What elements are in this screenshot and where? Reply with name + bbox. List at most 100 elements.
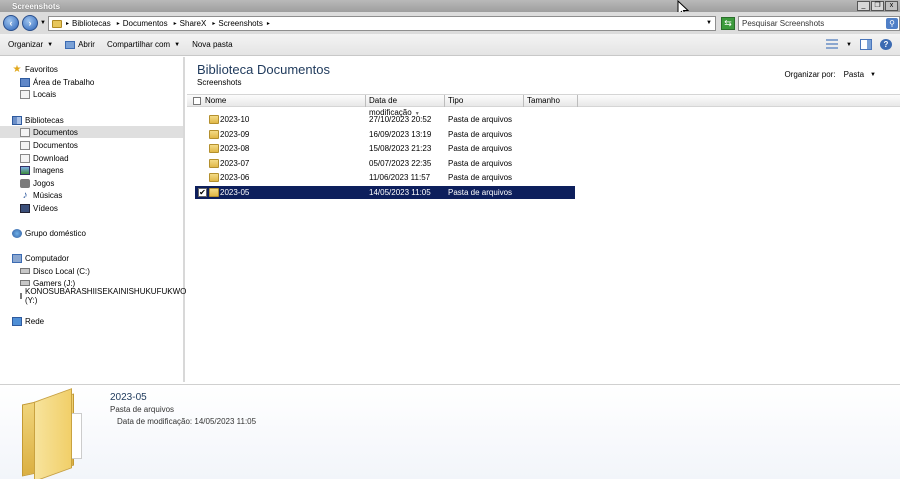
restore-button[interactable]: ❐ xyxy=(871,1,884,11)
folder-icon xyxy=(209,144,219,154)
view-options-icon[interactable] xyxy=(826,39,839,50)
cell-name: 2023-06 xyxy=(220,173,250,183)
nav-favorites[interactable]: ★ Favoritos xyxy=(12,63,182,75)
table-row[interactable]: 2023-10 27/10/2023 20:52 Pasta de arquivos xyxy=(195,113,575,126)
star-icon: ★ xyxy=(12,63,22,75)
back-button[interactable]: ‹ xyxy=(3,15,19,31)
gamepad-icon xyxy=(20,178,30,188)
column-name[interactable]: Nome xyxy=(202,95,366,107)
new-folder-button[interactable]: Nova pasta xyxy=(192,40,232,49)
toolbar-right: ▼ ? xyxy=(826,39,892,50)
breadcrumb-documentos[interactable]: ▸ Documentos xyxy=(117,19,168,28)
close-button[interactable]: x xyxy=(885,1,898,11)
table-row[interactable]: 2023-07 05/07/2023 22:35 Pasta de arquivos xyxy=(195,157,575,170)
organize-button[interactable]: Organizar ▼ xyxy=(8,40,53,49)
row-checkbox[interactable]: ✔ xyxy=(198,188,207,197)
library-title: Biblioteca Documentos xyxy=(197,62,330,77)
new-folder-label: Nova pasta xyxy=(192,40,233,49)
music-icon: ♪ xyxy=(22,189,28,201)
share-button[interactable]: Compartilhar com ▼ xyxy=(107,40,180,49)
folder-icon xyxy=(209,129,219,139)
command-bar: Organizar ▼ Abrir Compartilhar com ▼ Nova … xyxy=(0,34,900,56)
content-pane: Biblioteca Documentos Screenshots Organi… xyxy=(187,57,900,382)
nav-music[interactable]: ♪ Músicas xyxy=(20,189,183,201)
breadcrumb-label: Screenshots xyxy=(218,19,263,28)
column-date[interactable]: Data de modificação ▼ xyxy=(366,95,445,117)
nav-network[interactable]: Rede xyxy=(12,315,182,327)
image-icon xyxy=(20,165,30,175)
details-type: Pasta de arquivos xyxy=(110,405,175,414)
nav-download[interactable]: Download xyxy=(20,152,183,164)
nav-desktop[interactable]: Área de Trabalho xyxy=(20,76,183,88)
computer-icon xyxy=(12,253,22,263)
nav-label: Locais xyxy=(33,89,57,99)
nav-images[interactable]: Imagens xyxy=(20,164,183,176)
nav-places[interactable]: Locais xyxy=(20,88,183,100)
refresh-icon[interactable]: ⇆ xyxy=(721,17,735,30)
folder-icon xyxy=(209,158,219,168)
history-dropdown-icon[interactable]: ▼ xyxy=(40,20,46,26)
nav-games[interactable]: Jogos xyxy=(20,177,183,189)
breadcrumb-bibliotecas[interactable]: ▸ Bibliotecas xyxy=(66,19,111,28)
search-icon[interactable]: ⚲ xyxy=(886,18,898,29)
breadcrumb-label: Bibliotecas xyxy=(72,19,111,28)
nav-computer[interactable]: Computador xyxy=(12,252,182,264)
forward-button[interactable]: › xyxy=(22,15,38,31)
cell-date: 14/05/2023 11:05 xyxy=(369,188,431,197)
nav-label: Área de Trabalho xyxy=(33,77,95,87)
nav-label: Documentos xyxy=(33,127,78,137)
navigation-pane: ★ Favoritos Área de Trabalho Locais Bibli… xyxy=(0,57,186,382)
cell-name: 2023-05 xyxy=(220,188,250,197)
nav-libraries[interactable]: Bibliotecas xyxy=(12,114,182,126)
breadcrumb-label: ShareX xyxy=(179,19,207,28)
address-bar[interactable]: ▸ Bibliotecas ▸ Documentos ▸ ShareX ▸ Screen… xyxy=(48,16,716,31)
table-row[interactable]: 2023-08 15/08/2023 21:23 Pasta de arquivos xyxy=(195,142,575,155)
chevron-down-icon[interactable]: ▼ xyxy=(846,42,852,48)
cell-date: 05/07/2023 22:35 xyxy=(369,158,432,168)
table-row[interactable]: 2023-09 16/09/2023 13:19 Pasta de arquivos xyxy=(195,128,575,141)
nav-label: Rede xyxy=(25,316,45,326)
folder-icon xyxy=(18,388,90,479)
chevron-down-icon[interactable]: ▼ xyxy=(870,72,876,78)
folder-icon xyxy=(209,188,219,197)
breadcrumb-sharex[interactable]: ▸ ShareX xyxy=(174,19,207,28)
video-icon xyxy=(20,203,30,213)
column-size[interactable]: Tamanho xyxy=(524,95,578,107)
nav-documents[interactable]: Documentos xyxy=(20,139,183,151)
search-input[interactable]: Pesquisar Screenshots ⚲ xyxy=(738,16,900,31)
select-all-checkbox[interactable] xyxy=(193,97,201,105)
title-bar: Screenshots _ ❐ x xyxy=(0,0,900,12)
nav-label: Download xyxy=(33,153,69,163)
address-dropdown-icon[interactable]: ▼ xyxy=(706,20,712,26)
table-row[interactable]: ✔ 2023-05 14/05/2023 11:05 Pasta de arquivo… xyxy=(195,186,575,199)
cell-date: 16/09/2023 13:19 xyxy=(369,129,432,139)
nav-label: Grupo doméstico xyxy=(25,228,86,238)
breadcrumb-screenshots[interactable]: ▸ Screenshots ▸ xyxy=(212,19,273,28)
chevron-down-icon: ▼ xyxy=(174,41,181,48)
drive-icon xyxy=(20,293,22,299)
nav-drive-c[interactable]: Disco Local (C:) xyxy=(20,265,183,277)
help-icon[interactable]: ? xyxy=(880,39,892,50)
nav-label: Vídeos xyxy=(33,203,58,213)
nav-videos[interactable]: Vídeos xyxy=(20,202,183,214)
table-row[interactable]: 2023-06 11/06/2023 11:57 Pasta de arquivos xyxy=(195,171,575,184)
folder-icon xyxy=(52,19,62,28)
search-placeholder: Pesquisar Screenshots xyxy=(742,19,825,28)
column-type[interactable]: Tipo xyxy=(445,95,524,107)
homegroup-icon xyxy=(12,228,22,238)
nav-documents-selected[interactable]: Documentos xyxy=(0,126,183,138)
chevron-down-icon: ▼ xyxy=(47,41,54,48)
cell-type: Pasta de arquivos xyxy=(448,158,513,168)
open-icon xyxy=(65,40,76,49)
cell-type: Pasta de arquivos xyxy=(448,115,513,124)
breadcrumb-label: Documentos xyxy=(122,19,168,28)
preview-pane-icon[interactable] xyxy=(860,39,872,50)
arrange-dropdown[interactable]: Pasta xyxy=(844,70,864,79)
nav-label: Documentos xyxy=(33,140,78,150)
folder-icon xyxy=(209,173,219,183)
places-icon xyxy=(20,89,30,99)
open-button[interactable]: Abrir xyxy=(65,40,95,49)
minimize-button[interactable]: _ xyxy=(857,1,870,11)
nav-homegroup[interactable]: Grupo doméstico xyxy=(12,227,182,239)
nav-drive-y[interactable]: KONOSUBARASHIISEKAINISHUKUFUKWO (Y:) xyxy=(20,287,186,305)
